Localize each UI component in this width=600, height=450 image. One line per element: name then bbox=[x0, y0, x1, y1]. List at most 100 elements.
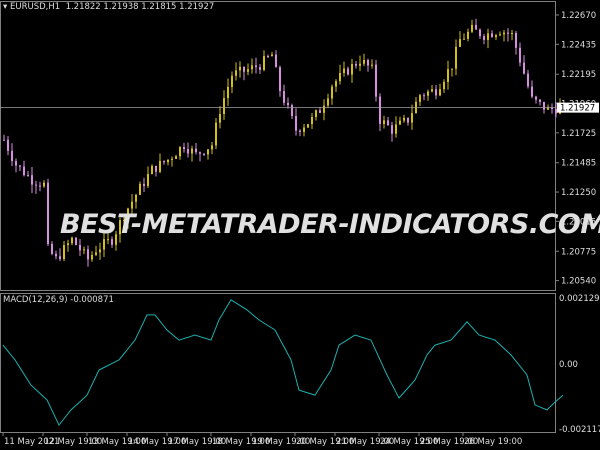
candle-body bbox=[379, 96, 381, 124]
candle-body bbox=[223, 98, 225, 115]
candle-body bbox=[215, 122, 217, 146]
candle-body bbox=[3, 139, 5, 141]
candle-body bbox=[191, 148, 193, 154]
candle-body bbox=[55, 253, 57, 257]
price-tick-label: 1.20540 bbox=[561, 277, 596, 287]
candle-body bbox=[359, 63, 361, 66]
candle-body bbox=[7, 139, 9, 151]
candle-body bbox=[155, 165, 157, 172]
candle-body bbox=[463, 38, 465, 40]
candle-body bbox=[459, 39, 461, 47]
candle-body bbox=[179, 147, 181, 157]
candle-body bbox=[271, 54, 273, 57]
candle-body bbox=[555, 108, 557, 114]
candle-body bbox=[407, 117, 409, 123]
candle-body bbox=[403, 117, 405, 121]
candle-body bbox=[199, 152, 201, 154]
candle-body bbox=[475, 24, 477, 30]
price-tick-label: 1.21725 bbox=[561, 129, 596, 139]
macd-tick-label: 0.002129 bbox=[559, 294, 600, 304]
candle-body bbox=[219, 114, 221, 123]
candle-body bbox=[211, 145, 213, 150]
candle-body bbox=[27, 175, 29, 177]
candle-body bbox=[59, 256, 61, 260]
candle-body bbox=[531, 86, 533, 97]
candle-body bbox=[339, 72, 341, 82]
candle-body bbox=[163, 160, 165, 163]
chart-window[interactable]: 1.226701.224351.221951.219601.217251.214… bbox=[0, 0, 600, 450]
candle-body bbox=[511, 33, 513, 35]
candle-body bbox=[99, 249, 101, 253]
candle-body bbox=[131, 201, 133, 209]
candle-body bbox=[263, 56, 265, 70]
chart-header: ▾ EURUSD,H1 1.21822 1.21938 1.21815 1.21… bbox=[3, 2, 214, 12]
candle-body bbox=[139, 183, 141, 195]
candle-body bbox=[19, 165, 21, 167]
candle-body bbox=[51, 243, 53, 254]
candle-body bbox=[11, 150, 13, 162]
candle-body bbox=[143, 183, 145, 186]
macd-panel-border bbox=[0, 293, 556, 433]
candle-body bbox=[491, 33, 493, 38]
candle-body bbox=[195, 148, 197, 153]
watermark: BEST-METATRADER-INDICATORS.COM bbox=[60, 209, 600, 240]
price-tick-label: 1.22435 bbox=[561, 40, 596, 50]
candle-body bbox=[187, 149, 189, 154]
macd-tick-label: 0.00 bbox=[559, 360, 578, 370]
macd-tick-label: -0.002117 bbox=[559, 425, 600, 435]
candle-body bbox=[331, 86, 333, 99]
candle-body bbox=[171, 158, 173, 160]
candle-body bbox=[535, 96, 537, 100]
price-tick-label: 1.22670 bbox=[561, 11, 596, 21]
candle-body bbox=[483, 36, 485, 40]
candle-body bbox=[251, 65, 253, 70]
candle-body bbox=[499, 34, 501, 36]
candle-body bbox=[207, 149, 209, 155]
candle-body bbox=[451, 68, 453, 70]
candle-body bbox=[83, 249, 85, 251]
candle-body bbox=[87, 249, 89, 260]
current-price-label: 1.21927 bbox=[560, 104, 595, 114]
candle-body bbox=[203, 153, 205, 155]
candle-body bbox=[103, 239, 105, 250]
candle-body bbox=[455, 46, 457, 69]
candle-body bbox=[543, 101, 545, 110]
candle-body bbox=[31, 175, 33, 185]
candle-body bbox=[539, 99, 541, 102]
dropdown-triangle-icon[interactable]: ▾ bbox=[3, 2, 7, 12]
candle-body bbox=[43, 182, 45, 187]
candle-body bbox=[503, 32, 505, 35]
candle-body bbox=[159, 160, 161, 172]
candle-body bbox=[95, 252, 97, 255]
candle-body bbox=[147, 174, 149, 186]
candle-body bbox=[23, 166, 25, 176]
candle-body bbox=[283, 91, 285, 103]
candle-body bbox=[319, 110, 321, 113]
candle-body bbox=[35, 184, 37, 186]
candle-body bbox=[135, 194, 137, 202]
candle-body bbox=[307, 124, 309, 128]
candle-body bbox=[183, 147, 185, 150]
candle-body bbox=[355, 64, 357, 66]
candle-body bbox=[439, 89, 441, 96]
candle-body bbox=[67, 243, 69, 246]
candle-body bbox=[431, 89, 433, 92]
candle-body bbox=[419, 95, 421, 102]
candle-body bbox=[247, 69, 249, 72]
candle-body bbox=[375, 64, 377, 97]
candle-body bbox=[423, 95, 425, 97]
candle-body bbox=[175, 156, 177, 159]
ohlc-values: 1.21822 1.21938 1.21815 1.21927 bbox=[65, 2, 215, 12]
candle-body bbox=[267, 56, 269, 58]
candle-body bbox=[47, 182, 49, 244]
candle-body bbox=[79, 244, 81, 251]
candle-body bbox=[343, 68, 345, 73]
price-tick-label: 1.20775 bbox=[561, 247, 596, 257]
symbol-label: EURUSD,H1 bbox=[9, 2, 61, 12]
macd-line bbox=[2, 299, 564, 427]
candle-body bbox=[323, 105, 325, 113]
candle-body bbox=[167, 159, 169, 163]
candle-body bbox=[471, 24, 473, 32]
candle-body bbox=[495, 35, 497, 38]
candle-body bbox=[239, 66, 241, 71]
